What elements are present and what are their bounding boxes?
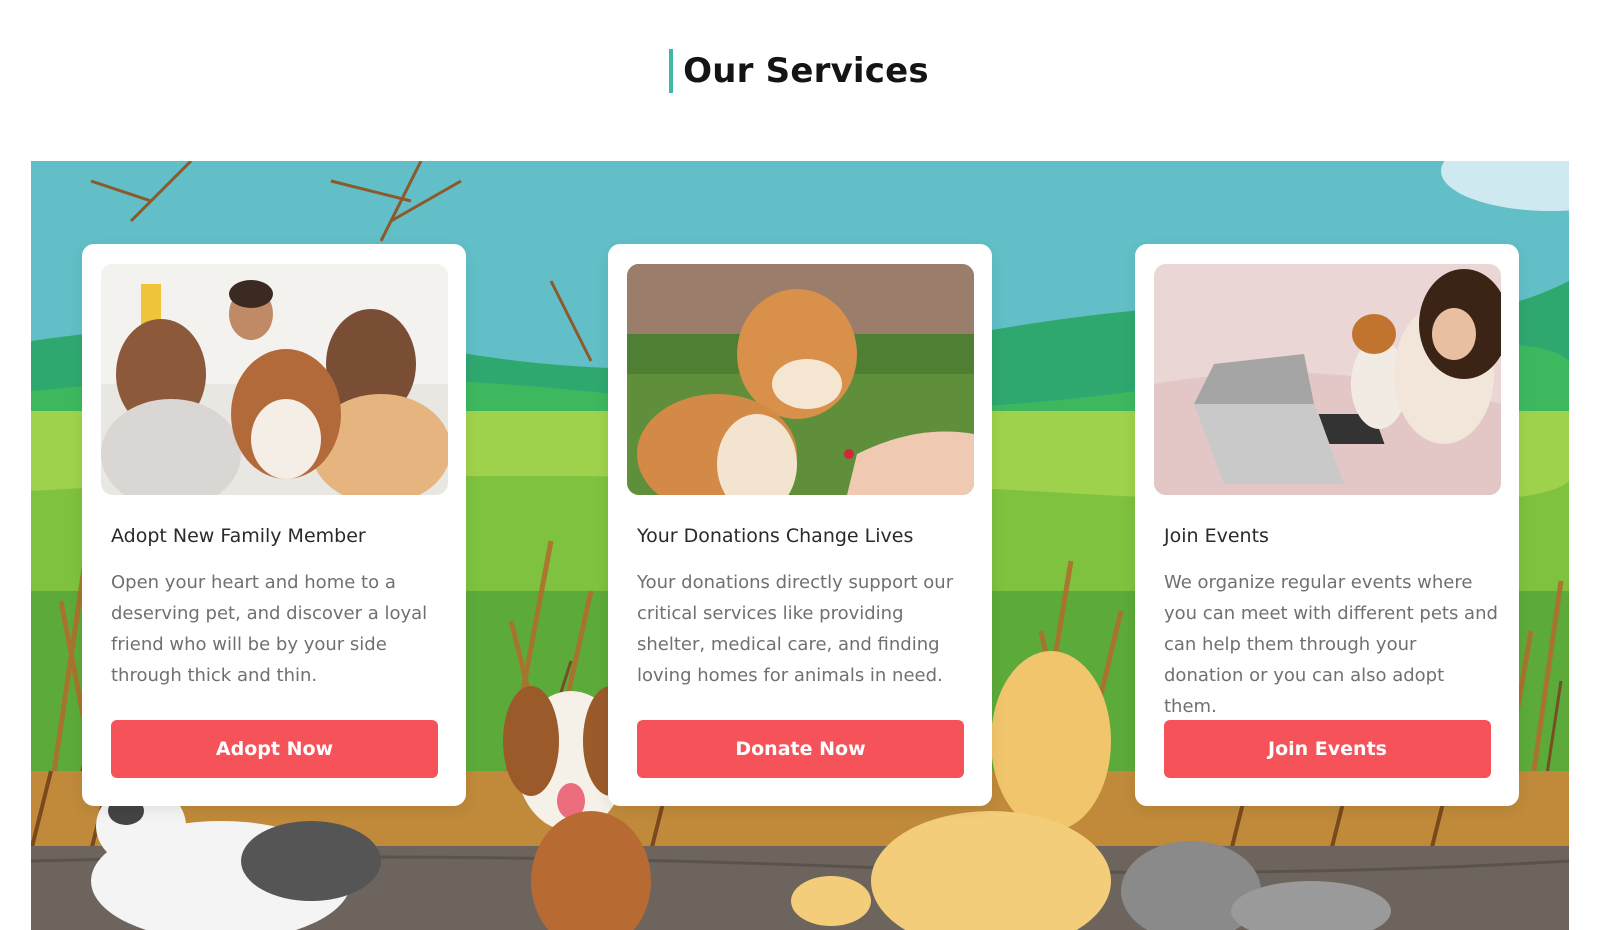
family-with-dog-photo [101,264,448,495]
section-header: Our Services [0,48,1598,94]
shiba-paw-photo [627,264,974,495]
card-description: We organize regular events where you can… [1164,572,1498,717]
adopt-now-button[interactable]: Adopt Now [111,720,438,778]
donate-now-button[interactable]: Donate Now [637,720,964,778]
join-events-button[interactable]: Join Events [1164,720,1491,778]
card-title: Adopt New Family Member [111,525,366,547]
title-accent-bar [669,49,674,93]
services-banner: Adopt New Family Member Open your heart … [31,161,1569,930]
card-title: Your Donations Change Lives [637,525,914,547]
service-card-events: Join Events We organize regular events w… [1135,244,1519,806]
title-wrap: Our Services [669,48,929,94]
card-description: Your donations directly support our crit… [637,572,954,686]
woman-with-puppy-photo [1154,264,1501,495]
card-description: Open your heart and home to a deserving … [111,572,428,686]
card-title: Join Events [1164,525,1269,547]
section-title: Our Services [683,51,929,91]
service-card-donate: Your Donations Change Lives Your donatio… [608,244,992,806]
service-card-adopt: Adopt New Family Member Open your heart … [82,244,466,806]
